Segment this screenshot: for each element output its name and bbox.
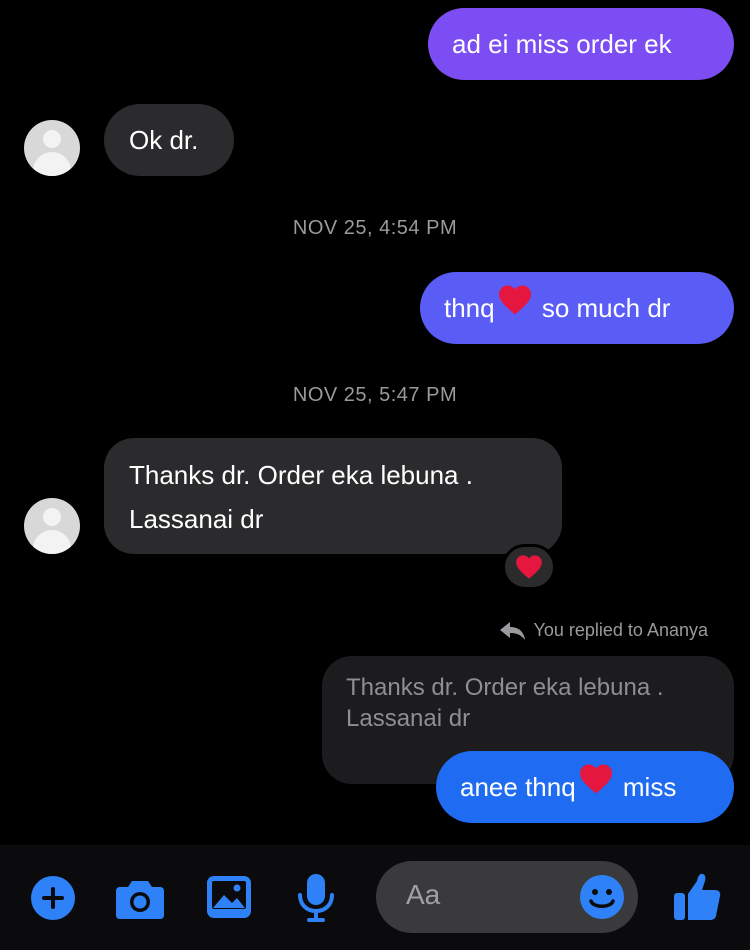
message-text-part: thnq (444, 293, 495, 323)
message-text-part: anee thnq (460, 772, 576, 802)
microphone-icon[interactable] (296, 873, 336, 928)
heart-emoji-icon (497, 271, 533, 343)
message-input-placeholder: Aa (406, 879, 441, 910)
message-text-line: Lassanai dr (129, 504, 264, 534)
composer-bar: Aa (0, 845, 750, 950)
timestamp: NOV 25, 4:54 PM (292, 217, 458, 239)
chat-screen: ad ei miss order ek Ok dr. NOV 25, 4:54 … (0, 0, 750, 950)
quoted-text-line: Lassanai dr (346, 705, 471, 732)
message-text-part: miss (615, 772, 677, 802)
message-text-line: Thanks dr. Order eka lebuna . (129, 460, 473, 490)
message-text-part: so much dr (534, 293, 671, 323)
sent-message-bubble[interactable]: anee thnq miss (436, 751, 734, 823)
quoted-text-line: Thanks dr. Order eka lebuna . (346, 674, 664, 701)
sent-message-bubble[interactable]: thnq so much dr (420, 272, 734, 344)
camera-icon[interactable] (115, 878, 165, 925)
received-message-bubble[interactable]: Ok dr. (104, 104, 234, 176)
reply-indicator: You replied to Ananya (499, 620, 708, 641)
received-message-bubble[interactable]: Thanks dr. Order eka lebuna . Lassanai d… (104, 438, 562, 554)
message-text: Ok dr. (129, 125, 199, 155)
avatar[interactable] (24, 120, 80, 176)
emoji-icon[interactable] (579, 874, 625, 925)
reply-arrow-icon (499, 621, 525, 640)
message-text: ad ei miss order ek (452, 29, 672, 59)
plus-icon[interactable] (30, 875, 76, 926)
photo-icon[interactable] (206, 875, 252, 924)
heart-emoji-icon (578, 750, 614, 822)
reply-label-text: You replied to Ananya (533, 620, 708, 640)
timestamp: NOV 25, 5:47 PM (292, 384, 458, 406)
sent-message-bubble[interactable]: ad ei miss order ek (428, 8, 734, 80)
heart-icon (516, 555, 542, 579)
heart-reaction[interactable] (502, 544, 556, 590)
avatar[interactable] (24, 498, 80, 554)
message-input[interactable]: Aa (376, 861, 638, 933)
thumbs-up-icon[interactable] (672, 872, 722, 927)
